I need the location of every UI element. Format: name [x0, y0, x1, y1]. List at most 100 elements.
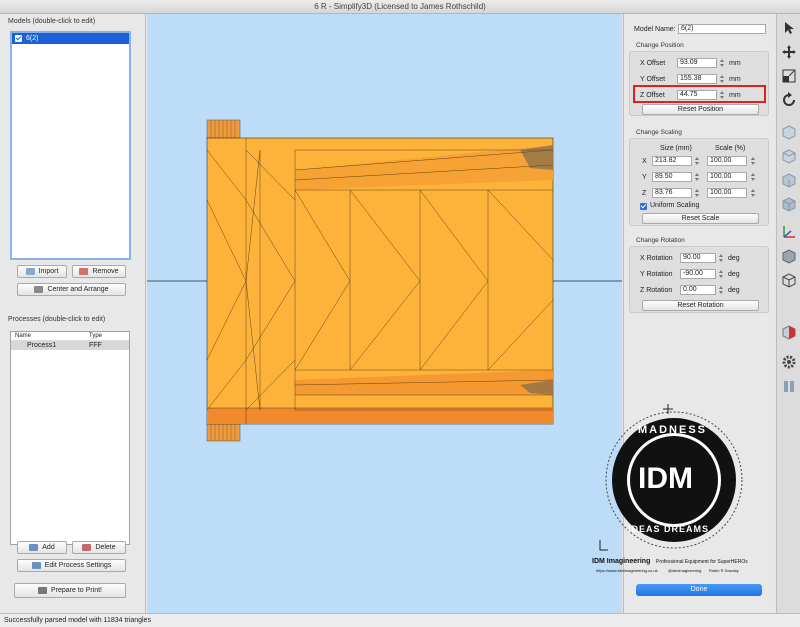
logo-ring-top: MADNESS — [638, 424, 708, 436]
model-list-item[interactable]: 6(2) — [12, 33, 129, 44]
processes-label: Processes (double-click to edit) — [8, 316, 106, 323]
z-rotation-label: Z Rotation — [640, 287, 673, 294]
done-button[interactable]: Done — [636, 584, 762, 596]
viewport-3d[interactable] — [147, 14, 622, 613]
model-render — [147, 119, 622, 442]
processes-header: Name Type — [11, 332, 129, 341]
z-rotation-unit: deg — [728, 287, 740, 294]
watermark-link-1: https://www.idmimagineering.co.uk — [596, 568, 658, 573]
remove-button[interactable]: Remove — [72, 265, 126, 278]
column-type: Type — [89, 333, 103, 339]
left-panel: Models (double-click to edit) 6(2) Impor… — [0, 14, 146, 613]
center-arrange-icon — [34, 285, 44, 293]
x-rotation-input[interactable]: 90.00 — [680, 253, 716, 263]
size-x-stepper[interactable] — [695, 156, 700, 166]
import-icon — [25, 267, 35, 275]
rotate-icon[interactable] — [781, 92, 797, 108]
reset-scale-button[interactable]: Reset Scale — [642, 213, 759, 224]
settings-gear-icon[interactable] — [781, 354, 797, 370]
prepare-to-print-button[interactable]: Prepare to Print! — [14, 583, 126, 598]
wireframe-view-icon[interactable] — [781, 272, 797, 288]
solid-view-icon[interactable] — [781, 248, 797, 264]
axes-icon[interactable] — [781, 224, 797, 240]
view-cube-top-icon[interactable] — [781, 148, 797, 164]
y-offset-input[interactable]: 155.38 — [677, 74, 717, 84]
delete-process-button[interactable]: Delete — [72, 541, 126, 554]
process-type: FFF — [89, 342, 102, 349]
reset-rotation-button[interactable]: Reset Rotation — [642, 300, 759, 311]
printer-icon — [38, 586, 48, 594]
add-icon — [29, 543, 39, 551]
window-titlebar: 6 R - Simplify3D (Licensed to James Roth… — [0, 0, 800, 14]
edit-process-button[interactable]: Edit Process Settings — [17, 559, 126, 572]
logo-badge-text: IDM — [638, 462, 693, 495]
processes-list[interactable]: Name Type Process1 FFF — [10, 331, 130, 545]
remove-icon — [79, 267, 89, 275]
change-position-label: Change Position — [636, 42, 684, 49]
view-cube-iso-icon[interactable] — [781, 196, 797, 212]
move-icon[interactable] — [781, 44, 797, 60]
status-bar: Successfully parsed model with 11834 tri… — [0, 613, 800, 627]
cross-section-icon[interactable] — [781, 324, 797, 340]
center-arrange-button[interactable]: Center and Arrange — [17, 283, 126, 296]
size-y-stepper[interactable] — [695, 172, 700, 182]
pointer-icon[interactable] — [781, 20, 797, 36]
reset-position-button[interactable]: Reset Position — [642, 104, 759, 115]
scale-icon[interactable] — [781, 68, 797, 84]
x-offset-input[interactable]: 93.09 — [677, 58, 717, 68]
model-band-bottom — [207, 408, 553, 424]
change-scaling-label: Change Scaling — [636, 129, 682, 136]
process-row[interactable]: Process1 FFF — [11, 341, 129, 350]
models-list[interactable]: 6(2) — [10, 31, 131, 260]
rotation-group: X Rotation 90.00 deg Y Rotation -90.00 d… — [629, 246, 769, 313]
z-rotation-input[interactable]: 0.00 — [680, 285, 716, 295]
watermark: IDM MADNESS IDEAS DREAMS IDM Imagineerin… — [592, 400, 777, 580]
scale-z-axis: Z — [642, 190, 647, 197]
y-rotation-input[interactable]: -90.00 — [680, 269, 716, 279]
view-cube-front-icon[interactable] — [781, 124, 797, 140]
x-offset-stepper[interactable] — [720, 58, 725, 68]
scale-y-input[interactable]: 100.00 — [707, 172, 747, 182]
size-z-input[interactable]: 83.76 — [652, 188, 692, 198]
status-text: Successfully parsed model with 11834 tri… — [4, 617, 151, 624]
scale-y-axis: Y — [642, 174, 647, 181]
position-group: X Offset 93.09 mm Y Offset 155.38 mm Z O… — [629, 51, 769, 116]
x-offset-label: X Offset — [640, 60, 666, 67]
scale-x-stepper[interactable] — [751, 156, 756, 166]
y-offset-unit: mm — [729, 76, 741, 83]
build-volume-icon[interactable] — [781, 378, 797, 394]
scale-z-stepper[interactable] — [751, 188, 756, 198]
view-cube-side-icon[interactable] — [781, 172, 797, 188]
edit-process-icon — [31, 561, 41, 569]
scale-z-input[interactable]: 100.00 — [707, 188, 747, 198]
watermark-tagline: Professional Equipment for SuperHEROs — [656, 559, 748, 565]
z-rotation-stepper[interactable] — [719, 285, 724, 295]
uniform-scaling-checkbox[interactable] — [640, 203, 647, 210]
window-title: 6 R - Simplify3D (Licensed to James Roth… — [314, 2, 486, 11]
add-process-button[interactable]: Add — [17, 541, 67, 554]
y-rotation-stepper[interactable] — [719, 269, 724, 279]
y-offset-stepper[interactable] — [720, 74, 725, 84]
model-name-input[interactable]: 6(2) — [678, 24, 766, 34]
model-item-name: 6(2) — [26, 35, 39, 42]
logo-ring-bottom: IDEAS DREAMS — [628, 524, 710, 534]
size-z-stepper[interactable] — [695, 188, 700, 198]
size-header: Size (mm) — [660, 145, 692, 152]
watermark-brand: IDM Imagineering — [592, 558, 651, 565]
import-button[interactable]: Import — [17, 265, 67, 278]
y-offset-label: Y Offset — [640, 76, 666, 83]
scale-y-stepper[interactable] — [751, 172, 756, 182]
scale-x-input[interactable]: 100.00 — [707, 156, 747, 166]
logo-corner-mark — [599, 540, 608, 551]
scale-x-axis: X — [642, 158, 647, 165]
model-visible-checkbox[interactable] — [15, 35, 22, 42]
delete-icon — [82, 543, 92, 551]
size-x-input[interactable]: 213.82 — [652, 156, 692, 166]
x-rotation-stepper[interactable] — [719, 253, 724, 263]
x-rotation-unit: deg — [728, 255, 740, 262]
y-rotation-label: Y Rotation — [640, 271, 673, 278]
models-label: Models (double-click to edit) — [8, 18, 96, 25]
size-y-input[interactable]: 89.50 — [652, 172, 692, 182]
scale-header: Scale (%) — [715, 145, 746, 152]
model-name-label: Model Name: — [634, 26, 676, 33]
